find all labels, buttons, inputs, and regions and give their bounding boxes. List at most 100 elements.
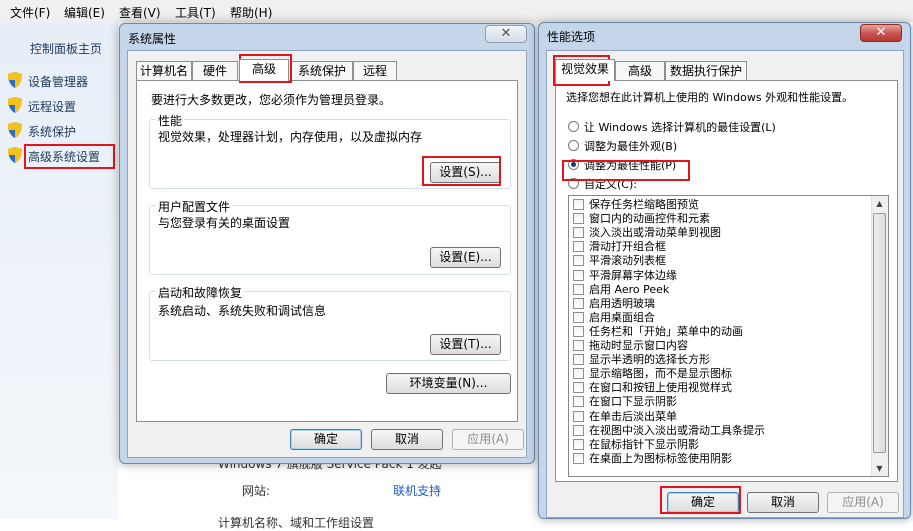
- radio-label: 调整为最佳性能(P): [584, 159, 677, 172]
- menu-help[interactable]: 帮助(H): [230, 4, 272, 21]
- close-button[interactable]: ✕: [485, 25, 527, 43]
- checkbox[interactable]: [573, 297, 584, 309]
- menu-bar: 文件(F) 编辑(E) 查看(V) 工具(T) 帮助(H): [0, 0, 913, 23]
- list-item-label: 保存任务栏缩略图预览: [589, 198, 699, 211]
- scrollbar-thumb[interactable]: [873, 213, 886, 453]
- scrollbar[interactable]: ▲ ▼: [871, 196, 888, 476]
- checkbox[interactable]: [573, 452, 584, 464]
- sidebar-item-label: 高级系统设置: [28, 150, 101, 164]
- tab-computer-name[interactable]: 计算机名: [136, 61, 192, 80]
- list-item-label: 滑动打开组合框: [589, 240, 666, 254]
- list-item-label: 显示半透明的选择长方形: [589, 353, 710, 367]
- list-item-label: 淡入淡出或滑动菜单到视图: [589, 226, 721, 240]
- checkbox[interactable]: [573, 241, 584, 253]
- performance-settings-button[interactable]: 设置(S)...: [430, 162, 501, 183]
- list-item-label: 启用桌面组合: [589, 310, 655, 324]
- radio-best-appearance[interactable]: [568, 140, 579, 151]
- scroll-up-icon[interactable]: ▲: [872, 196, 887, 211]
- online-support-link[interactable]: 联机支持: [393, 482, 441, 499]
- checkbox[interactable]: [573, 438, 584, 450]
- checkbox[interactable]: [573, 424, 584, 436]
- menu-tools[interactable]: 工具(T): [175, 4, 216, 21]
- shield-icon: [8, 147, 22, 163]
- computer-name-heading: 计算机名称、域和工作组设置: [218, 516, 375, 530]
- startup-recovery-settings-button[interactable]: 设置(T)...: [430, 334, 501, 355]
- visual-effects-list[interactable]: 保存任务栏缩略图预览 窗口内的动画控件和元素 淡入淡出或滑动菜单到视图 滑动打开组合框…: [568, 195, 889, 477]
- close-button[interactable]: ✕: [860, 24, 902, 42]
- checkbox[interactable]: [573, 227, 584, 239]
- menu-file[interactable]: 文件(F): [10, 4, 50, 21]
- checkbox[interactable]: [573, 255, 584, 267]
- menu-view[interactable]: 查看(V): [119, 4, 161, 21]
- cancel-button[interactable]: 取消: [371, 429, 443, 450]
- environment-variables-button[interactable]: 环境变量(N)...: [386, 373, 511, 394]
- tab-advanced[interactable]: 高级: [615, 61, 665, 80]
- dialog-client-area: 视觉效果 高级 数据执行保护 选择您想在此计算机上使用的 Windows 外观和…: [546, 50, 904, 518]
- startup-recovery-description: 系统启动、系统失败和调试信息: [158, 304, 327, 318]
- sidebar-item-label: 设备管理器: [28, 75, 89, 89]
- list-item-label: 平滑滚动列表框: [589, 254, 666, 268]
- sidebar-item-label: 远程设置: [28, 100, 77, 114]
- list-item-label: 平滑屏幕字体边缘: [589, 268, 677, 282]
- website-label: 网站:: [242, 484, 271, 498]
- checkbox[interactable]: [573, 283, 584, 295]
- user-profile-description: 与您登录有关的桌面设置: [158, 216, 291, 230]
- scroll-down-icon[interactable]: ▼: [872, 461, 887, 476]
- list-item-label: 启用 Aero Peek: [589, 282, 670, 296]
- list-item-label: 启用透明玻璃: [589, 296, 655, 310]
- checkbox[interactable]: [573, 199, 584, 210]
- list-item-label: 在桌面上为图标标签使用阴影: [589, 451, 732, 465]
- list-item-label: 在鼠标指针下显示阴影: [589, 437, 699, 451]
- checkbox[interactable]: [573, 368, 584, 380]
- list-item-label: 显示缩略图，而不是显示图标: [589, 367, 732, 381]
- control-panel-home-link[interactable]: 控制面板主页: [30, 40, 102, 57]
- cancel-button[interactable]: 取消: [747, 492, 819, 513]
- radio-best-performance[interactable]: [568, 159, 579, 170]
- user-profile-settings-button[interactable]: 设置(E)...: [430, 247, 501, 268]
- advanced-tab-page: 要进行大多数更改，您必须作为管理员登录。 性能 视觉效果，处理器计划，内存使用，…: [136, 80, 518, 422]
- user-profile-group: 用户配置文件 与您登录有关的桌面设置 设置(E)...: [149, 198, 511, 275]
- checkbox[interactable]: [573, 396, 584, 408]
- shield-icon: [8, 72, 22, 88]
- startup-recovery-title: 启动和故障恢复: [156, 284, 245, 301]
- checkbox[interactable]: [573, 213, 584, 225]
- tab-system-protection[interactable]: 系统保护: [291, 61, 353, 80]
- radio-let-windows-choose[interactable]: [568, 121, 579, 132]
- left-navigation: 控制面板主页 设备管理器 远程设置 系统保护 高级系统设置: [0, 22, 118, 519]
- checkbox[interactable]: [573, 354, 584, 366]
- sidebar-item-label: 系统保护: [28, 125, 77, 139]
- checkbox[interactable]: [573, 410, 584, 422]
- sidebar-item-advanced-system-settings[interactable]: 高级系统设置: [6, 145, 112, 167]
- admin-note: 要进行大多数更改，您必须作为管理员登录。: [151, 93, 392, 107]
- checkbox[interactable]: [573, 269, 584, 281]
- visual-effects-tab-page: 选择您想在此计算机上使用的 Windows 外观和性能设置。 让 Windows…: [555, 80, 898, 482]
- user-profile-title: 用户配置文件: [156, 198, 233, 215]
- tab-remote[interactable]: 远程: [353, 61, 397, 80]
- radio-custom[interactable]: [568, 178, 579, 189]
- list-item-label: 在窗口下显示阴影: [589, 395, 677, 409]
- apply-button[interactable]: 应用(A): [827, 492, 899, 513]
- list-item-label: 在窗口和按钮上使用视觉样式: [589, 381, 732, 395]
- radio-label: 自定义(C):: [584, 178, 637, 191]
- list-item-label: 在视图中淡入淡出或滑动工具条提示: [589, 423, 765, 437]
- radio-label: 让 Windows 选择计算机的最佳设置(L): [584, 121, 776, 134]
- sidebar-item-system-protection[interactable]: 系统保护: [6, 120, 106, 142]
- sidebar-item-device-manager[interactable]: 设备管理器: [6, 70, 106, 92]
- intro-text: 选择您想在此计算机上使用的 Windows 外观和性能设置。: [566, 91, 854, 104]
- checkbox[interactable]: [573, 340, 584, 351]
- sidebar-item-remote-settings[interactable]: 远程设置: [6, 95, 106, 117]
- apply-button[interactable]: 应用(A): [452, 429, 524, 450]
- tab-advanced[interactable]: 高级: [239, 59, 289, 81]
- checkbox[interactable]: [573, 325, 584, 337]
- tab-data-execution-prevention[interactable]: 数据执行保护: [665, 61, 747, 80]
- tab-hardware[interactable]: 硬件: [192, 61, 238, 80]
- performance-group: 性能 视觉效果，处理器计划，内存使用，以及虚拟内存 设置(S)...: [149, 112, 511, 189]
- window-title: 系统属性: [128, 32, 177, 46]
- ok-button[interactable]: 确定: [290, 429, 362, 450]
- tab-visual-effects[interactable]: 视觉效果: [555, 59, 615, 81]
- menu-edit[interactable]: 编辑(E): [64, 4, 105, 21]
- ok-button[interactable]: 确定: [667, 492, 739, 513]
- performance-options-window: 性能选项 ✕ 视觉效果 高级 数据执行保护 选择您想在此计算机上使用的 Wind…: [538, 22, 911, 519]
- checkbox[interactable]: [573, 311, 584, 323]
- checkbox[interactable]: [573, 382, 584, 394]
